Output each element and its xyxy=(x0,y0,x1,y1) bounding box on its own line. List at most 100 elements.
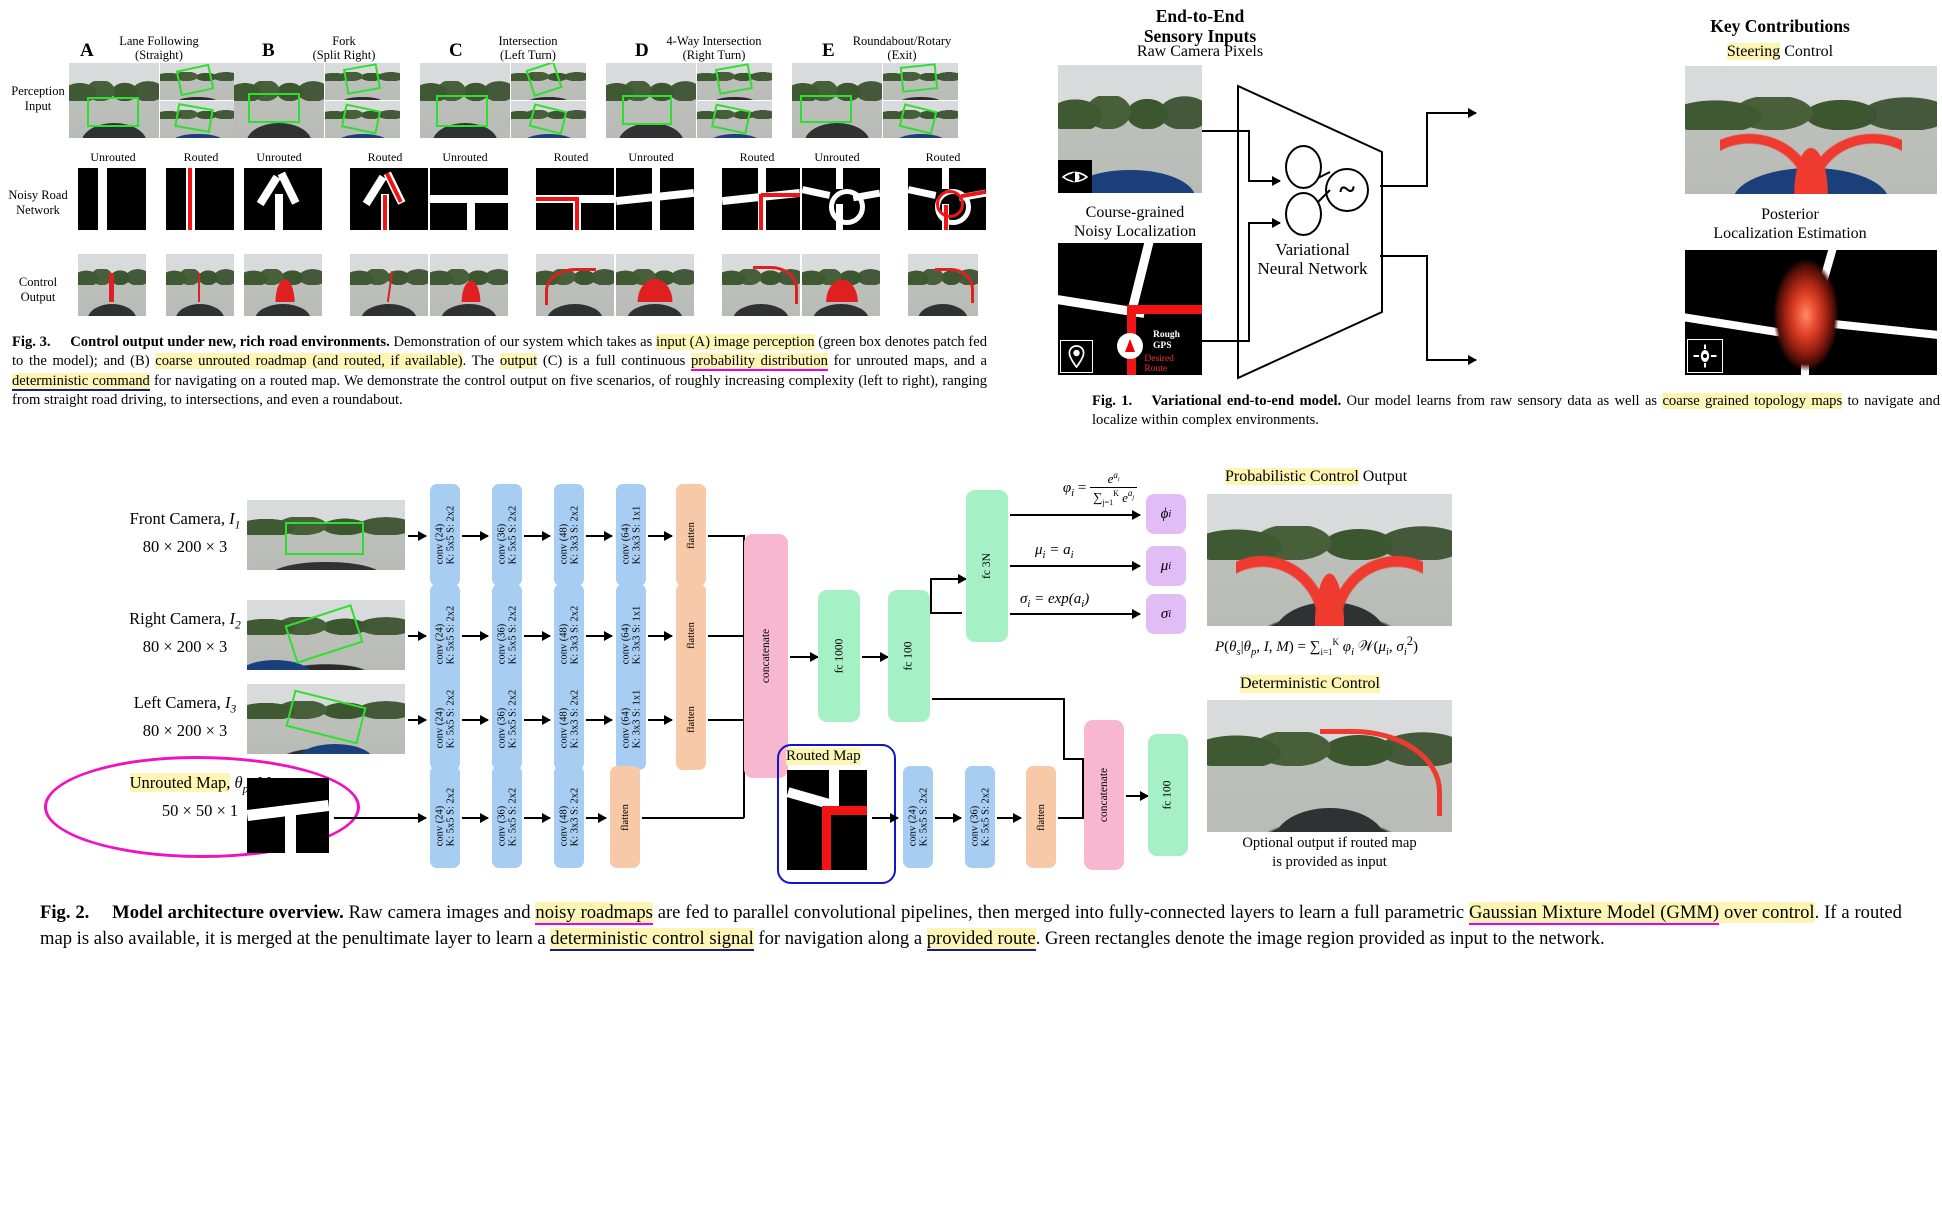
fig2-cap-t1: Raw camera images and xyxy=(343,902,536,923)
fig2-label-probabilistic-control: Probabilistic Control Output xyxy=(1225,468,1407,486)
perception-panel-e-main xyxy=(792,63,882,138)
arrow-left-conv3-to-conv4 xyxy=(586,715,613,724)
equation-sigma: σi = exp(ai) xyxy=(1020,591,1090,610)
arrow-map-to-nn xyxy=(1248,218,1281,227)
control-output-b-unrouted xyxy=(244,254,322,316)
unrouted-map-sym: θ xyxy=(234,773,243,792)
map-label-routed-b: Routed xyxy=(367,150,403,164)
conv-left-2-l2: K: 5x5 S: 2x2 xyxy=(507,689,519,749)
row-label-perception-input-line2: Input xyxy=(24,99,52,113)
probabilistic-distribution-overlay xyxy=(1236,544,1423,626)
annot-route: Route xyxy=(1144,364,1168,375)
concatenate-block-routed: concatenate xyxy=(1084,720,1124,870)
fig3-cap-h4: probability distribution xyxy=(690,353,828,372)
conv-front-1-l1: conv (24) xyxy=(434,523,446,565)
arrow-fc3n-to-phi xyxy=(1010,510,1141,519)
conv-block-left-2: conv (36) K: 5x5 S: 2x2 xyxy=(492,668,522,770)
fig1-label-variational-neural-network: Variational Neural Network xyxy=(1235,240,1390,278)
arrow-right-conv3-to-conv4 xyxy=(586,631,613,640)
annot-gps: GPS xyxy=(1153,340,1172,351)
output-sigma-label: σ xyxy=(1160,605,1169,622)
fc-1000-block: fc 1000 xyxy=(818,590,860,722)
conv-right-2-l1: conv (36) xyxy=(496,623,508,665)
scenario-title-e-line1: Roundabout/Rotary xyxy=(852,34,952,48)
conv-block-routed-2: conv (36) K: 5x5 S: 2x2 xyxy=(965,766,995,868)
scenario-title-d-line2: (Right Turn) xyxy=(682,48,746,62)
conv-block-front-3: conv (48) K: 3x3 S: 2x2 xyxy=(554,484,584,586)
figure-3: Perception Input Noisy Road Network Cont… xyxy=(0,0,1000,460)
scenario-title-b-line1: Fork xyxy=(332,34,356,48)
fc-3n-block: fc 3N xyxy=(966,490,1008,642)
arrow-routed-conv2-to-flatten xyxy=(997,813,1022,822)
conv-block-left-1: conv (24) K: 5x5 S: 2x2 xyxy=(430,668,460,770)
arrow-map-conv2-to-conv3 xyxy=(524,813,551,822)
fc100-down-v xyxy=(1063,698,1065,760)
map-label-unrouted-c: Unrouted xyxy=(442,150,488,164)
gps-marker xyxy=(1117,332,1144,359)
perception-panel-d-side-top xyxy=(697,63,772,100)
control-path xyxy=(197,272,200,303)
conv-front-1-l2: K: 5x5 S: 2x2 xyxy=(445,505,457,565)
fig2-cap-h4: provided route xyxy=(926,928,1036,951)
steering-highlight: Steering xyxy=(1726,43,1781,60)
figure-1-caption: Fig. 1. Variational end-to-end model. Ou… xyxy=(1092,392,1940,431)
fc100-up-v xyxy=(930,578,932,614)
flatten-front-label: flatten xyxy=(685,521,697,549)
perception-panel-a-side-top xyxy=(160,63,235,100)
fig2-deterministic-note: Optional output if routed map is provide… xyxy=(1207,834,1452,872)
equation-mu: μi = ai xyxy=(1035,542,1074,561)
fig1-header-sensory-inputs: End-to-End Sensory Inputs xyxy=(1055,6,1345,46)
fig2-routed-map-image xyxy=(787,770,867,870)
control-output-a-routed xyxy=(166,254,234,316)
fig1-header-key-contributions: Key Contributions xyxy=(1710,16,1850,36)
fig2-right-camera-image xyxy=(247,600,405,670)
nn-label-line2: Neural Network xyxy=(1257,259,1368,278)
conv-map-2-l2: K: 5x5 S: 2x2 xyxy=(507,787,519,847)
output-block-mu: μi xyxy=(1146,546,1186,586)
scenario-title-b-line2: (Split Right) xyxy=(312,48,376,62)
fig1-label-noisy-loc-line1: Course-grained xyxy=(1085,204,1185,221)
conv-front-3-l2: K: 3x3 S: 2x2 xyxy=(569,505,581,565)
control-path xyxy=(822,266,863,303)
figure-3-caption: Fig. 3. Control output under new, rich r… xyxy=(12,333,987,411)
arrow-concat-to-fc1000 xyxy=(790,652,819,661)
scenario-title-a: Lane Following (Straight) xyxy=(95,34,223,62)
conv-front-4-l2: K: 3x3 S: 1x1 xyxy=(631,505,643,565)
arrow-fc1000-to-fc100 xyxy=(862,652,889,661)
figure-3-number: Fig. 3. xyxy=(12,334,51,350)
fig3-cap-t3: . The xyxy=(462,353,500,370)
fig3-cap-t4: (C) is a full continuous xyxy=(537,353,691,370)
map-label-routed-d: Routed xyxy=(739,150,775,164)
arrow-right-conv1-to-conv2 xyxy=(462,631,489,640)
green-box xyxy=(436,95,488,127)
concat-routed-label: concatenate xyxy=(1098,767,1111,823)
perception-panel-d-side-bottom xyxy=(697,101,772,138)
fig2-left-camera-image xyxy=(247,684,405,754)
control-path xyxy=(633,265,678,303)
row-label-control-output-line1: Control xyxy=(18,275,58,289)
fc-100-block: fc 100 xyxy=(888,590,930,722)
fig1-cap-t1: Our model learns from raw sensory data a… xyxy=(1341,393,1663,409)
steering-distribution-overlay xyxy=(1720,122,1902,194)
fc-100b-label: fc 100 xyxy=(1162,780,1174,810)
figure-1-title: Variational end-to-end model. xyxy=(1151,393,1342,409)
map-unrouted-a xyxy=(78,168,146,230)
flatten-routed-label: flatten xyxy=(1035,803,1047,831)
flatten-block-front: flatten xyxy=(676,484,706,586)
arrow-front-conv1-to-conv2 xyxy=(462,531,489,540)
flatten-map-label: flatten xyxy=(619,803,631,831)
output-mu-label: μ xyxy=(1160,557,1169,574)
scenario-title-d: 4-Way Intersection (Right Turn) xyxy=(648,34,780,62)
fig1-noisy-localization-map: Rough GPS Desired Route xyxy=(1058,243,1202,375)
fig2-label-deterministic-control: Deterministic Control xyxy=(1240,675,1380,693)
map-routed-b xyxy=(350,168,428,230)
green-box xyxy=(622,95,672,125)
fc-100-label: fc 100 xyxy=(903,641,915,671)
conv-block-map-3: conv (48) K: 3x3 S: 2x2 xyxy=(554,766,584,868)
left-camera-name: Left Camera, xyxy=(133,693,221,712)
fig2-cap-h3: deterministic control signal xyxy=(550,928,754,951)
connector-cam-to-nn-h1 xyxy=(1202,130,1250,132)
conv-block-map-1: conv (24) K: 5x5 S: 2x2 xyxy=(430,766,460,868)
row-label-perception-input-line1: Perception xyxy=(11,84,65,98)
scenario-title-e: Roundabout/Rotary (Exit) xyxy=(833,34,971,62)
